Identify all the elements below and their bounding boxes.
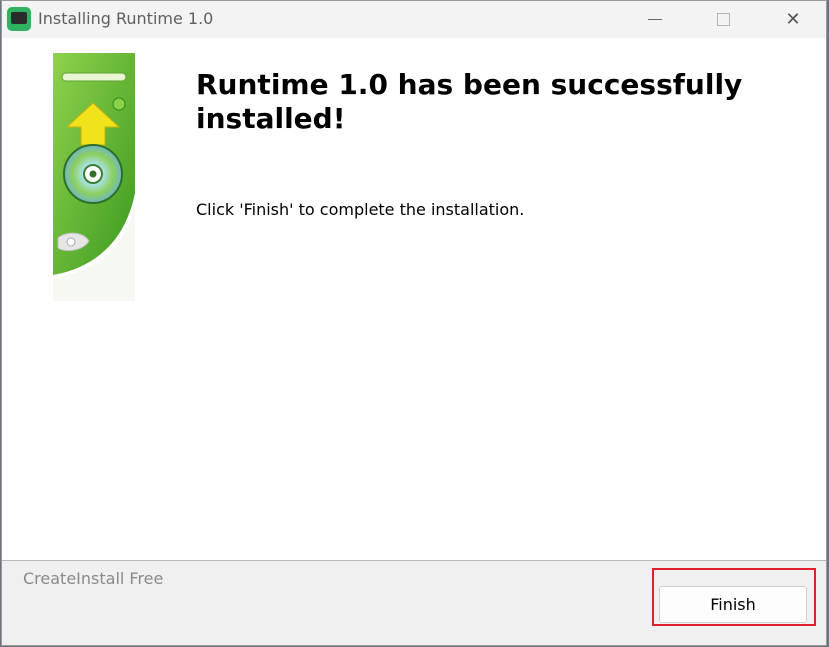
maximize-button[interactable]: [700, 1, 746, 38]
minimize-button[interactable]: [632, 1, 678, 38]
content-area: Runtime 1.0 has been successfully instal…: [2, 38, 826, 560]
close-button[interactable]: ✕: [770, 1, 816, 38]
finish-instruction: Click 'Finish' to complete the installat…: [196, 200, 525, 219]
close-icon: ✕: [785, 9, 801, 30]
finish-button[interactable]: Finish: [659, 586, 807, 623]
installer-window: Installing Runtime 1.0 ✕ Runtime 1.0 has…: [1, 0, 827, 646]
title-bar[interactable]: Installing Runtime 1.0 ✕: [2, 1, 826, 38]
install-banner-image: [53, 53, 135, 301]
success-heading: Runtime 1.0 has been successfully instal…: [196, 68, 743, 135]
maximize-icon: [716, 13, 730, 26]
brand-label: CreateInstall Free: [23, 569, 164, 588]
app-monitor-icon: [7, 7, 31, 31]
footer-bar: CreateInstall Free Finish: [2, 560, 826, 645]
minimize-icon: [648, 19, 662, 20]
window-title: Installing Runtime 1.0: [38, 9, 214, 28]
